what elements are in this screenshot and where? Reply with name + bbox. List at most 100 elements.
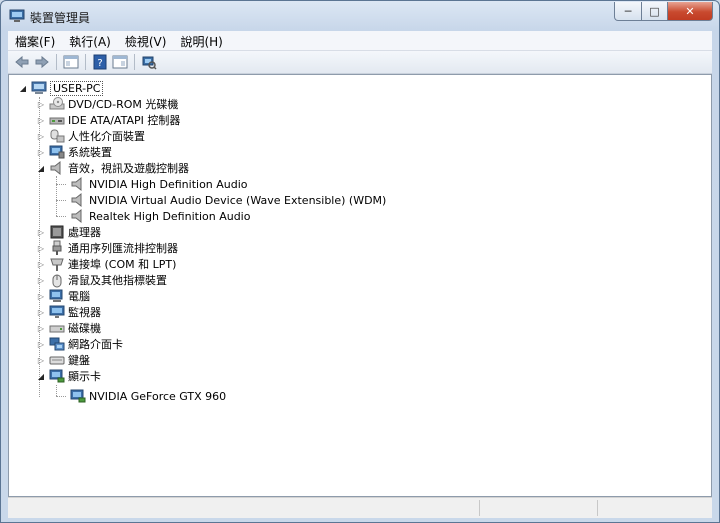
expand-arrow-icon[interactable]: ▷: [36, 340, 46, 349]
expand-arrow-icon[interactable]: ▷: [36, 324, 46, 333]
menu-help[interactable]: 說明(H): [173, 31, 229, 50]
scan-hardware-icon[interactable]: [141, 54, 157, 70]
tree-item-label: NVIDIA Virtual Audio Device (Wave Extens…: [89, 193, 387, 207]
window-title: 裝置管理員: [30, 11, 91, 25]
usb-icon: [52, 240, 62, 255]
tree-item-system[interactable]: ▷ 系統裝置: [36, 144, 112, 160]
collapse-arrow-icon[interactable]: ◢: [36, 372, 46, 381]
properties-icon[interactable]: [112, 54, 128, 70]
tree-item-label: 網路介面卡: [68, 338, 123, 351]
network-adapter-icon: [49, 337, 65, 351]
menu-action[interactable]: 執行(A): [62, 31, 118, 50]
tree-child-nvidia-virtual-audio[interactable]: NVIDIA Virtual Audio Device (Wave Extens…: [67, 192, 386, 208]
device-manager-window: 裝置管理員 ─ □ ✕ 檔案(F) 執行(A) 檢視(V) 說明(H) ? ◢ …: [0, 0, 720, 523]
help-icon[interactable]: ?: [92, 54, 108, 70]
toolbar: ?: [8, 51, 712, 74]
hid-icon: [50, 129, 65, 143]
menu-view[interactable]: 檢視(V): [118, 31, 174, 50]
speaker-icon: [50, 160, 61, 176]
expand-arrow-icon[interactable]: ▷: [36, 228, 46, 237]
tree-child-nvidia-hd-audio[interactable]: NVIDIA High Definition Audio: [67, 176, 248, 192]
tree-item-label: 音效，視訊及遊戲控制器: [68, 162, 189, 175]
computer-icon: [31, 81, 47, 94]
processor-icon: [50, 225, 64, 239]
collapse-arrow-icon[interactable]: ◢: [36, 164, 46, 173]
tree-item-mouse[interactable]: ▷ 滑鼠及其他指標裝置: [36, 272, 167, 288]
tree-line: [56, 216, 66, 217]
tree-line: [56, 184, 66, 185]
tree-item-label: 系統裝置: [68, 146, 112, 159]
tree-item-label: DVD/CD-ROM 光碟機: [68, 98, 179, 111]
collapse-arrow-icon[interactable]: ◢: [18, 84, 28, 93]
title-bar[interactable]: 裝置管理員 ─ □ ✕: [1, 1, 719, 31]
tree-line: [56, 176, 57, 216]
keyboard-icon: [49, 356, 65, 365]
tree-root-label: USER-PC: [50, 80, 104, 96]
speaker-icon: [71, 176, 82, 192]
forward-icon[interactable]: [34, 54, 50, 70]
tree-item-label: 鍵盤: [68, 354, 90, 367]
tree-item-computer[interactable]: ▷ 電腦: [36, 288, 90, 304]
speaker-icon: [71, 208, 82, 224]
display-adapter-icon: [49, 369, 65, 383]
expand-arrow-icon[interactable]: ▷: [36, 276, 46, 285]
expand-arrow-icon[interactable]: ▷: [36, 148, 46, 157]
expand-arrow-icon[interactable]: ▷: [36, 244, 46, 253]
menu-file[interactable]: 檔案(F): [8, 31, 62, 50]
system-device-icon: [49, 145, 65, 159]
tree-item-display[interactable]: ◢ 顯示卡: [36, 368, 101, 384]
tree-line: [56, 396, 66, 397]
tree-item-label: 監視器: [68, 306, 101, 319]
expand-arrow-icon[interactable]: ▷: [36, 116, 46, 125]
back-icon[interactable]: [14, 54, 30, 70]
tree-item-label: 連接埠 (COM 和 LPT): [68, 258, 177, 271]
console-tree-icon[interactable]: [63, 54, 79, 70]
tree-item-label: 磁碟機: [68, 322, 101, 335]
device-tree: ◢ USER-PC ▷ DVD/CD-ROM 光碟機 ▷ IDE ATA/ATA…: [8, 74, 712, 497]
mouse-icon: [52, 274, 62, 288]
tree-item-label: NVIDIA GeForce GTX 960: [89, 389, 227, 403]
tree-item-ports[interactable]: ▷ 連接埠 (COM 和 LPT): [36, 256, 176, 272]
tree-item-ide[interactable]: ▷ IDE ATA/ATAPI 控制器: [36, 112, 180, 128]
tree-item-label: 滑鼠及其他指標裝置: [68, 274, 167, 287]
svg-text:?: ?: [97, 58, 102, 69]
tree-child-gtx960[interactable]: NVIDIA GeForce GTX 960: [67, 388, 226, 404]
expand-arrow-icon[interactable]: ▷: [36, 308, 46, 317]
display-adapter-icon: [70, 389, 86, 403]
expand-arrow-icon[interactable]: ▷: [36, 356, 46, 365]
status-divider: [597, 500, 598, 516]
tree-item-keyboard[interactable]: ▷ 鍵盤: [36, 352, 90, 368]
expand-arrow-icon[interactable]: ▷: [36, 100, 46, 109]
toolbar-separator: [134, 54, 135, 70]
tree-item-processor[interactable]: ▷ 處理器: [36, 224, 101, 240]
tree-line: [56, 200, 66, 201]
dvd-drive-icon: [49, 97, 65, 110]
tree-item-dvd[interactable]: ▷ DVD/CD-ROM 光碟機: [36, 96, 178, 112]
device-manager-icon: [9, 9, 25, 22]
tree-item-monitor[interactable]: ▷ 監視器: [36, 304, 101, 320]
ide-controller-icon: [49, 117, 65, 125]
tree-item-audio[interactable]: ◢ 音效，視訊及遊戲控制器: [36, 160, 189, 176]
tree-item-label: Realtek High Definition Audio: [89, 209, 251, 223]
menu-bar: 檔案(F) 執行(A) 檢視(V) 說明(H): [8, 31, 712, 51]
expand-arrow-icon[interactable]: ▷: [36, 260, 46, 269]
tree-item-usb[interactable]: ▷ 通用序列匯流排控制器: [36, 240, 178, 256]
tree-item-label: 處理器: [68, 226, 101, 239]
tree-item-label: 顯示卡: [68, 370, 101, 383]
tree-child-realtek-audio[interactable]: Realtek High Definition Audio: [67, 208, 250, 224]
tree-item-network[interactable]: ▷ 網路介面卡: [36, 336, 123, 352]
tree-item-label: 電腦: [68, 290, 90, 303]
tree-item-hid[interactable]: ▷ 人性化介面裝置: [36, 128, 145, 144]
port-icon: [50, 258, 64, 271]
tree-item-disk[interactable]: ▷ 磁碟機: [36, 320, 101, 336]
tree-root[interactable]: ◢ USER-PC: [18, 80, 104, 96]
status-divider: [479, 500, 480, 516]
computer-icon: [49, 289, 63, 302]
minimize-button[interactable]: ─: [614, 2, 642, 21]
tree-item-label: 通用序列匯流排控制器: [68, 242, 178, 255]
maximize-button[interactable]: □: [642, 2, 668, 21]
expand-arrow-icon[interactable]: ▷: [36, 132, 46, 141]
expand-arrow-icon[interactable]: ▷: [36, 292, 46, 301]
toolbar-separator: [85, 54, 86, 70]
close-button[interactable]: ✕: [668, 2, 713, 21]
